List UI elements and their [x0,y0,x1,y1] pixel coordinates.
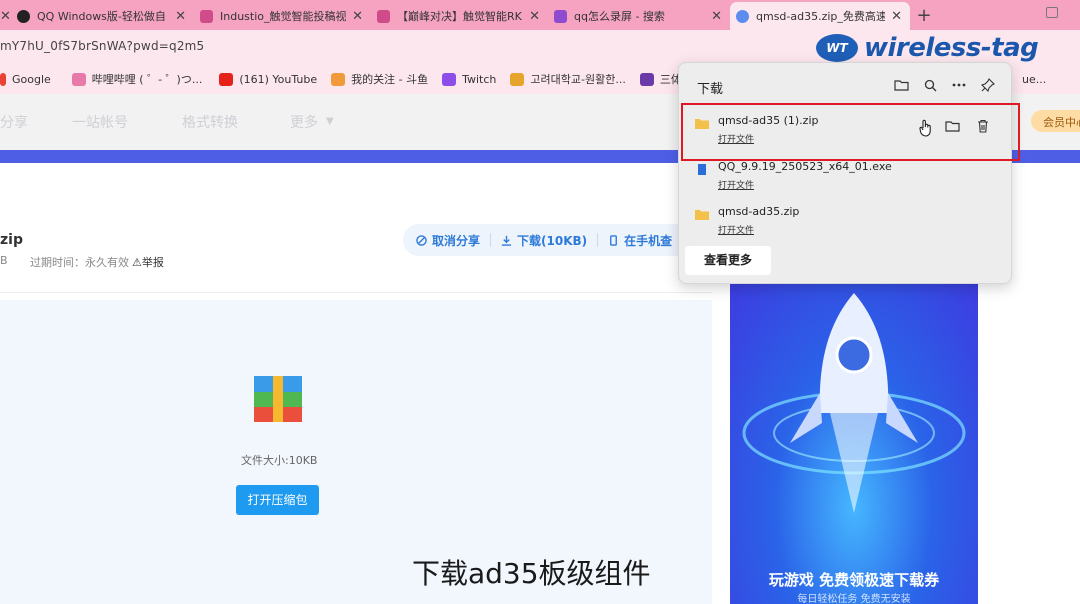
tab-battle[interactable]: 【巅峰对决】触觉智能RK ✕ [371,2,548,30]
tab-search[interactable]: qq怎么录屏 - 搜索 ✕ [548,2,730,30]
tab-qq-windows[interactable]: QQ Windows版-轻松做自 ✕ [11,2,194,30]
bilibili-icon [71,72,86,86]
cancel-share-button[interactable]: 取消分享 [416,232,480,249]
youtube-icon [219,72,234,86]
file-name: zip [0,232,23,248]
bookmark-bilibili[interactable]: 哔哩哔哩 ( ゜- ゜)つ... [71,71,202,87]
folder-zip-icon [695,210,709,220]
bilibili-icon [377,9,390,23]
downloads-panel: 下载 qmsd-ad35 (1).zip 打开文件 QQ_9.9.19_2505… [678,62,1012,284]
rocket-icon [742,293,966,513]
file-size-short: B [0,254,8,267]
tab-qmsd[interactable]: qmsd-ad35.zip_免费高速 ✕ [730,2,910,30]
bilibili-icon [200,9,213,23]
divider [490,233,492,247]
nav-more[interactable]: 更多 [290,112,318,132]
see-more-button[interactable]: 查看更多 [685,246,771,275]
zip-archive-icon [254,376,302,422]
divider [597,233,599,247]
search-icon [554,9,567,23]
cloud-icon [736,9,749,23]
tab-label: qq怎么录屏 - 搜索 [574,10,665,23]
downloads-toolbar [881,76,997,94]
pencil-icon [510,72,525,86]
nav-convert[interactable]: 格式转换 [182,112,238,132]
video-subtitle: 下载ad35板级组件 [412,557,651,590]
twitch-icon [442,72,457,86]
bookmark-overflow[interactable]: ue... [1022,73,1046,86]
vip-center-button[interactable]: 会员中心 [1031,110,1080,132]
rocket-ad-banner[interactable]: 玩游戏 免费领极速下载券 每日轻松任务 免费无安装 [730,283,978,604]
file-actions: 取消分享 下载(10KB) 在手机查 [403,224,703,256]
tab-strip: ✕ QQ Windows版-轻松做自 ✕ Industio_触觉智能投稿视 ✕ … [0,0,1080,30]
close-icon[interactable]: ✕ [0,9,11,24]
download-filename: QQ_9.9.19_250523_x64_01.exe [718,160,892,173]
report-label: 举报 [141,256,164,269]
open-on-phone-label: 在手机查 [624,233,673,248]
exe-file-icon [698,164,706,175]
cancel-icon [416,234,427,246]
santi-icon [639,72,654,86]
url-text[interactable]: mY7hU_0fS7brSnWA?pwd=q2m5 [0,39,204,53]
bookmark-douyu[interactable]: 我的关注 - 斗鱼 [331,71,428,87]
expire-time: 过期时间：永久有效 [30,256,129,269]
pin-icon[interactable] [979,76,997,94]
chevron-down-icon[interactable]: ▼ [326,116,334,127]
file-size-label: 文件大小:10KB [241,454,318,467]
downloads-title: 下载 [697,82,724,97]
logo-mark: WT [816,34,858,62]
close-icon[interactable]: ✕ [711,9,722,24]
nav-share[interactable]: 分享 [0,112,28,132]
highlight-box [681,103,1020,161]
tab-label: Industio_触觉智能投稿视 [220,10,347,23]
close-icon[interactable]: ✕ [529,9,540,24]
ad-subline: 每日轻松任务 免费无安装 [797,594,911,604]
download-filename: qmsd-ad35.zip [718,205,800,218]
download-item[interactable]: QQ_9.9.19_250523_x64_01.exe 打开文件 [691,159,1001,201]
restore-window-icon[interactable] [1046,7,1058,18]
tab-label: qmsd-ad35.zip_免费高速 [756,10,886,23]
logo-text: wireless-tag [864,33,1039,63]
open-file-link[interactable]: 打开文件 [718,223,754,236]
open-file-link[interactable]: 打开文件 [718,178,754,191]
download-label: 下载(10KB) [517,233,588,248]
google-icon [0,72,6,86]
divider [0,292,712,293]
more-icon[interactable] [950,76,968,94]
qq-icon [17,9,30,23]
open-archive-button[interactable]: 打开压缩包 [236,485,319,515]
close-icon[interactable]: ✕ [175,9,186,24]
ad-headline: 玩游戏 免费领极速下载券 [768,571,940,589]
bookmark-google[interactable]: Google [0,72,51,86]
download-button[interactable]: 下载(10KB) [501,232,587,249]
bookmark-korea-univ[interactable]: 고려대학교-원활한... [510,71,626,87]
new-tab-button[interactable]: + [910,2,938,30]
search-icon[interactable] [921,76,939,94]
tab-industio[interactable]: Industio_触觉智能投稿视 ✕ [194,2,371,30]
close-icon[interactable]: ✕ [891,9,902,24]
tab-label: 【巅峰对决】触觉智能RK [397,10,522,23]
douyu-icon [331,72,346,86]
bookmark-youtube[interactable]: (161) YouTube [219,72,317,86]
cancel-share-label: 取消分享 [432,233,481,248]
close-icon[interactable]: ✕ [352,9,363,24]
download-icon [501,235,512,246]
tab-label: QQ Windows版-轻松做自 [37,10,166,23]
tab-cut-close[interactable]: ✕ [0,2,11,30]
download-item[interactable]: qmsd-ad35.zip 打开文件 [691,204,1001,246]
bookmark-twitch[interactable]: Twitch [442,72,496,86]
report-link[interactable]: ⚠举报 [132,254,164,270]
wireless-tag-logo: WT wireless-tag [816,33,1039,63]
report-icon: ⚠ [132,256,142,269]
folder-icon[interactable] [892,76,910,94]
nav-account[interactable]: 一站帐号 [72,112,128,132]
phone-icon [610,234,618,246]
open-on-phone-button[interactable]: 在手机查 [608,232,672,249]
